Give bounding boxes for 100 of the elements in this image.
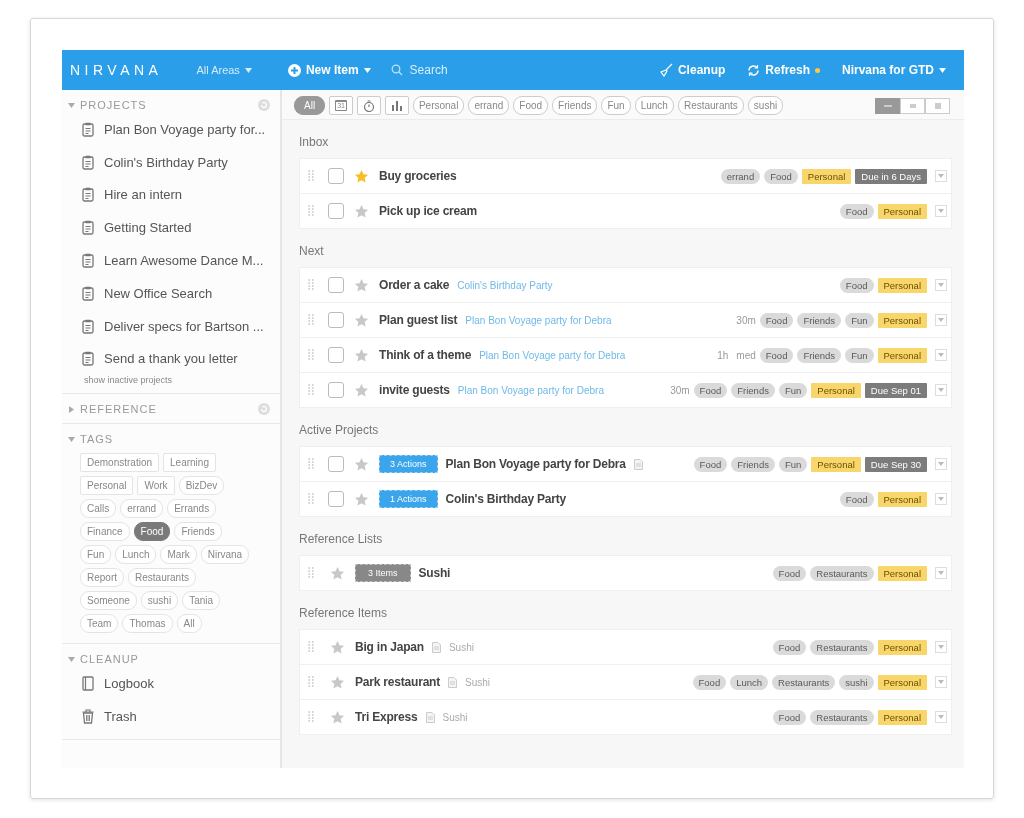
new-item-button[interactable]: New Item xyxy=(279,59,379,81)
drag-handle-icon[interactable] xyxy=(308,279,314,291)
star-icon[interactable] xyxy=(354,491,369,507)
refresh-button[interactable]: Refresh xyxy=(739,59,828,81)
checkbox[interactable] xyxy=(328,491,344,507)
view-mode-button[interactable] xyxy=(875,97,900,114)
checkbox[interactable] xyxy=(328,347,344,363)
checkbox[interactable] xyxy=(328,168,344,184)
view-mode-button[interactable] xyxy=(900,97,925,114)
filter-chip[interactable]: errand xyxy=(468,96,510,115)
filter-chip[interactable]: Personal xyxy=(412,96,465,115)
tag-chip[interactable]: Finance xyxy=(80,522,130,542)
star-icon[interactable] xyxy=(354,277,369,293)
checkbox[interactable] xyxy=(328,277,344,293)
filter-chart-button[interactable] xyxy=(384,96,409,115)
row-menu-button[interactable] xyxy=(935,676,947,688)
tag-chip[interactable]: Team xyxy=(80,614,119,634)
reload-icon[interactable] xyxy=(258,403,270,416)
checkbox[interactable] xyxy=(328,456,344,472)
tag-chip[interactable]: Lunch xyxy=(115,545,157,565)
section-toggle[interactable]: TAGS xyxy=(80,431,270,448)
drag-handle-icon[interactable] xyxy=(308,349,314,361)
drag-handle-icon[interactable] xyxy=(308,641,314,653)
row-menu-button[interactable] xyxy=(935,384,947,396)
project-link[interactable]: Plan Bon Voyage party for Debra xyxy=(479,349,626,361)
task-row[interactable]: Big in Japan Sushi Food Restaurants Personal xyxy=(300,630,951,665)
expanded-triangle-icon[interactable] xyxy=(68,101,75,109)
row-menu-button[interactable] xyxy=(935,279,947,291)
tag-chip[interactable]: sushi xyxy=(140,591,179,611)
sidebar-item[interactable]: Getting Started xyxy=(62,211,280,245)
sidebar-item[interactable]: Send a thank you letter xyxy=(62,342,280,376)
row-menu-button[interactable] xyxy=(935,349,947,361)
task-row[interactable]: Order a cake Colin's Birthday Party Food Personal xyxy=(300,268,951,303)
drag-handle-icon[interactable] xyxy=(308,493,314,505)
sidebar-item[interactable]: New Office Search xyxy=(62,277,280,310)
tag-chip[interactable]: Thomas xyxy=(122,614,173,634)
row-menu-button[interactable] xyxy=(935,493,947,505)
task-row[interactable]: 1 Actions Colin's Birthday Party Food Personal xyxy=(300,482,951,516)
sidebar-item[interactable]: Deliver specs for Bartson ... xyxy=(62,309,280,343)
task-row[interactable]: Think of a theme Plan Bon Voyage party for Debra 1h med Food Friends Fun Personal xyxy=(300,338,951,373)
star-icon[interactable] xyxy=(354,382,369,398)
filter-chip[interactable]: Fun xyxy=(601,96,631,115)
drag-handle-icon[interactable] xyxy=(308,711,314,723)
task-row[interactable]: invite guests Plan Bon Voyage party for Debra 30m Food Friends Fun Personal Due Sep 01 xyxy=(300,373,951,407)
star-icon[interactable] xyxy=(354,312,369,328)
drag-handle-icon[interactable] xyxy=(308,567,314,579)
tag-chip[interactable]: Work xyxy=(137,476,175,496)
drag-handle-icon[interactable] xyxy=(308,314,314,326)
tag-chip[interactable]: Demonstration xyxy=(80,453,160,473)
star-icon[interactable] xyxy=(330,709,345,725)
row-menu-button[interactable] xyxy=(935,641,947,653)
filter-chip[interactable]: Lunch xyxy=(634,96,674,115)
sidebar-item[interactable]: Colin's Birthday Party xyxy=(62,145,280,179)
star-icon[interactable] xyxy=(330,674,345,690)
filter-chip[interactable]: Friends xyxy=(552,96,598,115)
row-menu-button[interactable] xyxy=(935,711,947,723)
checkbox[interactable] xyxy=(328,382,344,398)
filter-chip[interactable]: sushi xyxy=(747,96,784,115)
reload-icon[interactable] xyxy=(258,99,270,111)
count-badge[interactable]: 3 Items xyxy=(355,564,411,582)
task-row[interactable]: Pick up ice cream Food Personal xyxy=(300,194,951,228)
tag-chip[interactable]: Personal xyxy=(80,476,134,496)
star-icon[interactable] xyxy=(354,168,369,184)
tag-chip[interactable]: Food xyxy=(133,522,171,542)
tag-chip[interactable]: Someone xyxy=(80,591,137,611)
row-menu-button[interactable] xyxy=(935,567,947,579)
filter-chip[interactable]: Food xyxy=(513,96,549,115)
section-toggle[interactable]: PROJECTS xyxy=(80,97,253,113)
star-icon[interactable] xyxy=(330,565,345,581)
tag-chip[interactable]: Calls xyxy=(80,499,117,519)
expanded-triangle-icon[interactable] xyxy=(68,435,75,443)
star-icon[interactable] xyxy=(354,203,369,219)
section-toggle[interactable]: CLEANUP xyxy=(80,651,270,668)
row-menu-button[interactable] xyxy=(935,170,947,182)
tag-chip[interactable]: All xyxy=(176,614,202,634)
tag-chip[interactable]: Report xyxy=(80,568,124,588)
project-link[interactable]: Colin's Birthday Party xyxy=(457,279,553,291)
tag-chip[interactable]: Fun xyxy=(80,545,112,565)
task-row[interactable]: Tri Express Sushi Food Restaurants Personal xyxy=(300,700,951,734)
drag-handle-icon[interactable] xyxy=(308,170,314,182)
filter-chip[interactable]: All xyxy=(294,96,326,115)
project-link[interactable]: Plan Bon Voyage party for Debra xyxy=(465,314,612,326)
task-row[interactable]: Park restaurant Sushi Food Lunch Restaurants sushi Personal xyxy=(300,665,951,700)
star-icon[interactable] xyxy=(330,639,345,655)
sidebar-item[interactable]: Plan Bon Voyage party for... xyxy=(62,113,280,146)
checkbox[interactable] xyxy=(328,203,344,219)
row-menu-button[interactable] xyxy=(935,314,947,326)
drag-handle-icon[interactable] xyxy=(308,458,314,470)
cleanup-button[interactable]: Cleanup xyxy=(650,59,734,81)
tag-chip[interactable]: Nirvana xyxy=(200,545,250,565)
sidebar-item[interactable]: Logbook xyxy=(62,667,280,701)
sidebar-item[interactable]: Trash xyxy=(62,700,280,733)
task-row[interactable]: Buy groceries errand Food Personal Due in 6 Days xyxy=(300,159,951,194)
tag-chip[interactable]: Tania xyxy=(182,591,221,611)
count-badge[interactable]: 1 Actions xyxy=(379,490,438,508)
row-menu-button[interactable] xyxy=(935,205,947,217)
project-link[interactable]: Plan Bon Voyage party for Debra xyxy=(457,384,604,396)
tag-chip[interactable]: Restaurants xyxy=(128,568,196,588)
search-field[interactable]: Search xyxy=(407,62,522,78)
tag-chip[interactable]: BizDev xyxy=(178,476,225,496)
